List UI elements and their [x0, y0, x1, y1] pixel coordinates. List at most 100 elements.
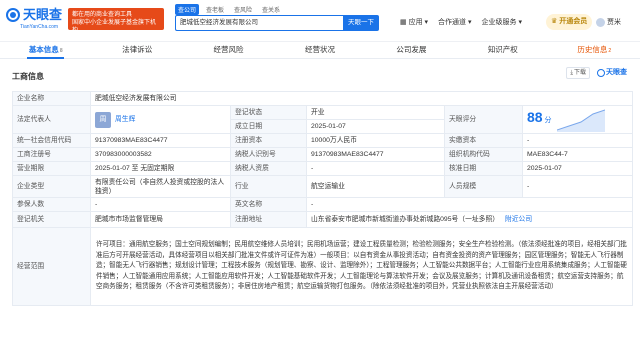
legal-rep-label: 法定代表人 [12, 105, 91, 134]
nav-apps[interactable]: ▦ 应用 ▾ [400, 17, 428, 27]
user-name: 贾米 [607, 19, 621, 26]
table-row: 参保人数 - 英文名称 - [12, 197, 634, 212]
company-type-label: 企业类型 [12, 175, 91, 198]
approval-date: 2025-01-07 [521, 161, 634, 176]
eye-logo-icon [597, 69, 605, 77]
promo-line-1: 都在用的商业查询工具 [72, 12, 133, 18]
est-date-label: 成立日期 [230, 119, 307, 134]
business-info-table: 企业名称 肥城低空经济发展有限公司 法定代表人 周 周生辉 登记状态 开业 天眼… [12, 91, 634, 306]
paid-capital-label: 实缴资本 [444, 133, 523, 148]
reg-authority-label: 登记机关 [12, 211, 91, 228]
paid-capital: - [521, 133, 634, 148]
download-icon: ⤓ [570, 70, 573, 76]
card-title: 工商信息 [12, 72, 44, 81]
card-tools: ⤓ 下载 天眼查 [566, 67, 630, 79]
insured-label: 参保人数 [12, 197, 91, 212]
tab-operations[interactable]: 经营状况 [274, 42, 365, 58]
table-row: 工商注册号 370983000003582 纳税人识别号 91370983MAE… [12, 147, 634, 162]
reg-capital: 10000万人民币 [306, 133, 445, 148]
scope-label: 经营范围 [12, 227, 91, 306]
nav-enterprise-services[interactable]: 企业级服务 ▾ [482, 17, 522, 27]
address-cell: 山东省泰安市肥城市新城街道办事处新城路095号（一址多照） 附近公司 [305, 211, 634, 228]
table-row: 企业名称 肥城低空经济发展有限公司 [12, 91, 634, 106]
search-button[interactable]: 天眼一下 [343, 15, 379, 31]
search-tabs: 查公司 查老板 查风险 查关系 [175, 4, 283, 15]
est-date: 2025-01-07 [306, 119, 445, 134]
tyc-badge: 天眼查 [594, 67, 630, 79]
grid-icon: ▦ [400, 19, 407, 26]
search-input[interactable]: 肥城低空经济发展有限公司 [175, 15, 343, 31]
table-row: 法定代表人 周 周生辉 登记状态 开业 天眼评分 88 分 [12, 105, 634, 134]
staff-size: - [521, 175, 634, 198]
search-tab-company[interactable]: 查公司 [175, 4, 200, 15]
reg-status-label: 登记状态 [230, 105, 307, 120]
industry: 航空运输业 [306, 175, 445, 198]
biz-reg-no: 370983000003582 [90, 147, 231, 162]
company-type: 有限责任公司（非自然人投资或控股的法人独资） [90, 175, 231, 198]
legal-rep-cell: 周 周生辉 [90, 105, 231, 134]
promo-line-2: 国家中小企业发展子基金旗下机构 [72, 20, 157, 34]
logo-text: 天眼查 [23, 7, 63, 22]
org-code: MAE83C44-7 [521, 147, 634, 162]
tab-legal[interactable]: 法律诉讼 [91, 42, 182, 58]
business-scope: 许可项目：通用航空服务；国土空间规划编制；民用航空维修人员培训；民用机场运营；建… [89, 227, 634, 306]
section-tabs: 基本信息8 法律诉讼 经营风险 经营状况 公司发展 知识产权 历史信息2 [0, 42, 640, 59]
org-code-label: 组织机构代码 [444, 147, 523, 162]
crown-icon: ♛ [551, 18, 558, 25]
business-info-card: 工商信息 ⤓ 下载 天眼查 企业名称 肥城低空经济发展有限公司 法定代表人 周 … [4, 63, 636, 359]
avatar [596, 17, 605, 27]
reg-capital-label: 注册资本 [230, 133, 307, 148]
reg-authority: 肥城市市场监督管理局 [90, 211, 231, 228]
table-row: 登记机关 肥城市市场监督管理局 注册地址 山东省泰安市肥城市新城街道办事处新城路… [12, 211, 634, 228]
tianyan-score-unit: 分 [544, 116, 552, 124]
legal-rep-link[interactable]: 周生辉 [115, 115, 135, 124]
company-name: 肥城低空经济发展有限公司 [89, 91, 634, 106]
table-row: 营业期限 2025-01-07 至 无固定期限 纳税人资质 - 核准日期 202… [12, 161, 634, 176]
english-name-label: 英文名称 [230, 197, 307, 212]
credit-code-label: 统一社会信用代码 [12, 133, 91, 148]
logo[interactable]: 天眼查 [6, 8, 62, 22]
user-menu[interactable]: 贾米 [596, 17, 621, 27]
legal-rep-avatar: 周 [95, 111, 111, 128]
credit-code: 91370983MAE83C4477 [90, 133, 231, 148]
taxpayer-qual: - [306, 161, 445, 176]
address-label: 注册地址 [230, 211, 307, 228]
search-tab-risk[interactable]: 查风险 [231, 4, 255, 15]
table-row: 企业类型 有限责任公司（非自然人投资或控股的法人独资） 行业 航空运输业 人员规… [12, 175, 634, 198]
tianyan-score-label: 天眼评分 [444, 105, 523, 134]
search-tab-relation[interactable]: 查关系 [259, 4, 283, 15]
tianyan-score: 88 [527, 108, 543, 125]
taxpayer-id-label: 纳税人识别号 [230, 147, 307, 162]
tianyan-score-cell[interactable]: 88 分 [521, 105, 634, 134]
promo-banner[interactable]: 都在用的商业查询工具 国家中小企业发展子基金旗下机构 [68, 8, 164, 34]
vip-button[interactable]: ♛ 开通会员 [546, 14, 593, 30]
nav-cooperation[interactable]: 合作通道 ▾ [438, 17, 471, 27]
table-row: 经营范围 许可项目：通用航空服务；国土空间规划编制；民用航空维修人员培训；民用机… [12, 227, 634, 306]
eye-logo-icon [6, 8, 20, 22]
search-tab-boss[interactable]: 查老板 [203, 4, 227, 15]
taxpayer-id: 91370983MAE83C4477 [306, 147, 445, 162]
nearby-companies-link[interactable]: 附近公司 [505, 216, 532, 223]
tab-ip[interactable]: 知识产权 [457, 42, 548, 58]
approval-date-label: 核准日期 [444, 161, 523, 176]
biz-reg-no-label: 工商注册号 [12, 147, 91, 162]
tab-history[interactable]: 历史信息2 [549, 42, 640, 58]
reg-status: 开业 [306, 105, 445, 120]
tab-risk[interactable]: 经营风险 [183, 42, 274, 58]
top-nav: ▦ 应用 ▾ 合作通道 ▾ 企业级服务 ▾ [400, 17, 522, 27]
top-header: 天眼查 TianYanCha.com 都在用的商业查询工具 国家中小企业发展子基… [0, 0, 640, 42]
term-label: 营业期限 [12, 161, 91, 176]
insured: - [90, 197, 231, 212]
industry-label: 行业 [230, 175, 307, 198]
tab-basic-info[interactable]: 基本信息8 [0, 42, 91, 59]
download-button[interactable]: ⤓ 下载 [566, 67, 590, 79]
english-name: - [305, 197, 634, 212]
staff-size-label: 人员规模 [444, 175, 523, 198]
company-name-label: 企业名称 [12, 91, 91, 106]
table-row: 统一社会信用代码 91370983MAE83C4477 注册资本 10000万人… [12, 133, 634, 148]
tab-development[interactable]: 公司发展 [366, 42, 457, 58]
term: 2025-01-07 至 无固定期限 [90, 161, 231, 176]
address: 山东省泰安市肥城市新城街道办事处新城路095号（一址多照） [311, 216, 500, 223]
score-trend-icon [557, 109, 606, 132]
taxpayer-qual-label: 纳税人资质 [230, 161, 307, 176]
